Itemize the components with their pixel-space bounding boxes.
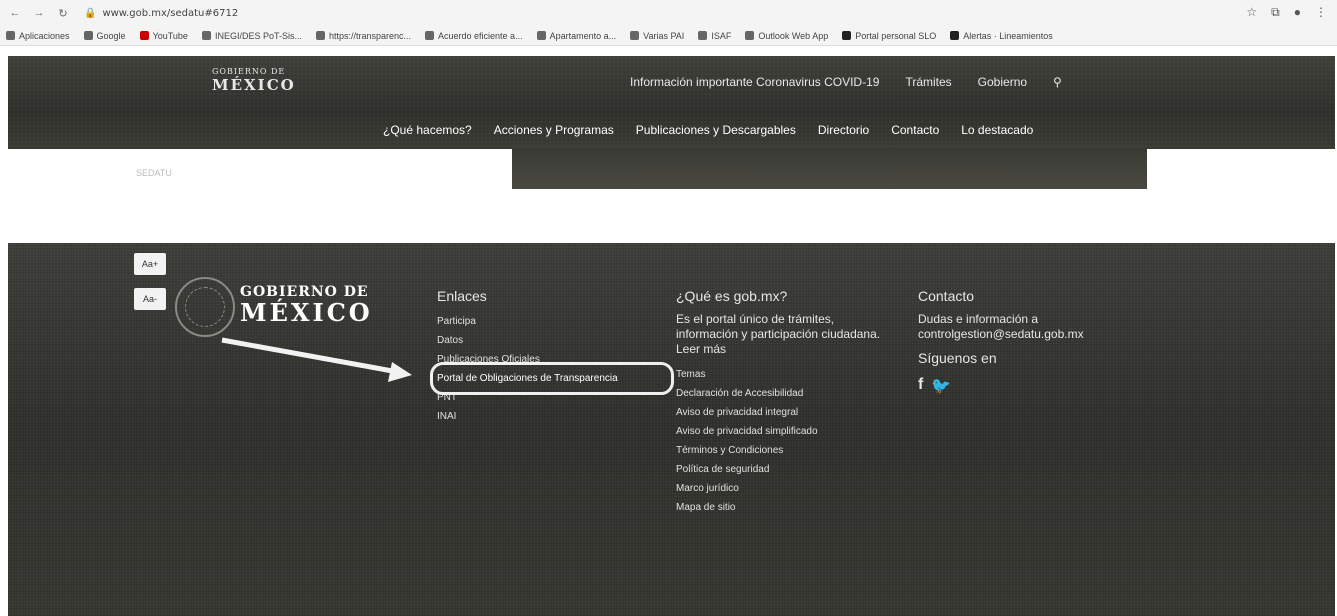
bookmark-item[interactable]: Outlook Web App xyxy=(745,31,828,41)
browser-nav: ← → ↻ xyxy=(8,7,70,20)
header-logo[interactable]: GOBIERNO DE MÉXICO xyxy=(212,67,296,94)
link-aviso-integral[interactable]: Aviso de privacidad integral xyxy=(676,403,896,422)
bookmark-item[interactable]: Varias PAI xyxy=(630,31,684,41)
outlook-icon xyxy=(745,31,755,40)
arrow-icon xyxy=(221,337,412,382)
bookmarks-bar: Aplicaciones Google YouTube INEGI/DES Po… xyxy=(0,26,1337,46)
link-inai[interactable]: INAI xyxy=(437,407,667,426)
bookmark-item[interactable]: Apartamento a... xyxy=(536,31,616,41)
footer-que-es: ¿Qué es gob.mx? Es el portal único de tr… xyxy=(676,288,896,517)
youtube-icon xyxy=(139,31,149,40)
nav-covid[interactable]: Información importante Coronavirus COVID… xyxy=(630,75,879,89)
que-es-title: ¿Qué es gob.mx? xyxy=(676,288,788,304)
bookmark-item[interactable]: https://transparenc... xyxy=(315,31,411,41)
page-icon xyxy=(630,31,640,40)
url-text[interactable]: www.gob.mx/sedatu#6712 xyxy=(102,8,238,19)
star-icon[interactable]: ☆ xyxy=(1246,5,1257,20)
nav-que-hacemos[interactable]: ¿Qué hacemos? xyxy=(383,123,472,137)
reload-icon[interactable]: ↻ xyxy=(56,7,70,20)
font-decrease-button[interactable]: Aa- xyxy=(134,288,166,310)
bookmark-item[interactable]: Aplicaciones xyxy=(6,31,70,41)
contacto-title: Contacto xyxy=(918,288,975,304)
facebook-icon[interactable]: f xyxy=(918,376,923,396)
link-datos[interactable]: Datos xyxy=(437,331,667,350)
nav-gobierno[interactable]: Gobierno xyxy=(978,75,1027,89)
address-bar[interactable]: 🔒 www.gob.mx/sedatu#6712 xyxy=(84,8,238,19)
nav-publicaciones[interactable]: Publicaciones y Descargables xyxy=(636,123,796,137)
link-accesibilidad[interactable]: Declaración de Accesibilidad xyxy=(676,384,896,403)
bookmark-item[interactable]: Acuerdo eficiente a... xyxy=(425,31,523,41)
contacto-text: Dudas e información a controlgestion@sed… xyxy=(918,312,1084,341)
link-publicaciones[interactable]: Publicaciones Oficiales xyxy=(437,350,667,369)
nav-acciones[interactable]: Acciones y Programas xyxy=(494,123,614,137)
link-aviso-simplificado[interactable]: Aviso de privacidad simplificado xyxy=(676,422,896,441)
main-nav: ¿Qué hacemos? Acciones y Programas Publi… xyxy=(383,123,1033,137)
nav-contacto[interactable]: Contacto xyxy=(891,123,939,137)
footer-logo[interactable]: GOBIERNO DE MÉXICO xyxy=(240,284,373,326)
enlaces-title: Enlaces xyxy=(437,288,487,304)
siguenos-title: Síguenos en xyxy=(918,350,997,366)
profile-icon[interactable]: ● xyxy=(1294,5,1301,20)
page-icon xyxy=(536,31,546,40)
bookmark-item[interactable]: Alertas · Lineamientos xyxy=(950,31,1053,41)
seal-icon xyxy=(175,277,235,337)
nav-destacado[interactable]: Lo destacado xyxy=(961,123,1033,137)
back-icon[interactable]: ← xyxy=(8,7,22,19)
hero-image xyxy=(512,149,1147,189)
link-participa[interactable]: Participa xyxy=(437,312,667,331)
globe-icon xyxy=(315,31,325,40)
nav-directorio[interactable]: Directorio xyxy=(818,123,869,137)
bookmark-item[interactable]: Google xyxy=(83,31,126,41)
link-marco[interactable]: Marco jurídico xyxy=(676,479,896,498)
apps-icon xyxy=(6,31,15,40)
page-icon xyxy=(425,31,435,40)
footer-enlaces: Enlaces Participa Datos Publicaciones Of… xyxy=(430,288,674,426)
globe-icon xyxy=(201,31,211,40)
top-nav: Información importante Coronavirus COVID… xyxy=(630,75,1062,89)
forward-icon[interactable]: → xyxy=(32,7,46,19)
search-icon[interactable]: ⚲ xyxy=(1053,75,1062,89)
browser-toolbar: ← → ↻ 🔒 www.gob.mx/sedatu#6712 ☆ ⧉ ● ⋮ xyxy=(0,0,1337,26)
bookmark-item[interactable]: Portal personal SLO xyxy=(842,31,936,41)
font-increase-button[interactable]: Aa+ xyxy=(134,253,166,275)
link-portal-transparencia[interactable]: Portal de Obligaciones de Transparencia xyxy=(430,362,674,395)
nav-tramites[interactable]: Trámites xyxy=(905,75,951,89)
page-icon xyxy=(842,31,852,40)
bookmark-item[interactable]: ISAF xyxy=(698,31,731,41)
link-temas[interactable]: Temas xyxy=(676,365,896,384)
link-pnt[interactable]: PNT xyxy=(437,388,667,407)
page-icon xyxy=(950,31,960,40)
page-icon xyxy=(698,31,708,40)
faint-label: SEDATU xyxy=(136,168,172,178)
link-terminos[interactable]: Términos y Condiciones xyxy=(676,441,896,460)
footer-contacto: Contacto Dudas e información a controlge… xyxy=(918,288,1128,396)
extension-icon[interactable]: ⧉ xyxy=(1271,5,1280,20)
link-mapa[interactable]: Mapa de sitio xyxy=(676,498,896,517)
bookmark-item[interactable]: YouTube xyxy=(139,31,188,41)
bookmark-item[interactable]: INEGI/DES PoT-Sis... xyxy=(201,31,302,41)
link-seguridad[interactable]: Política de seguridad xyxy=(676,460,896,479)
twitter-icon[interactable]: 🐦 xyxy=(931,376,951,396)
lock-icon: 🔒 xyxy=(84,7,97,19)
que-es-text: Es el portal único de trámites, informac… xyxy=(676,312,881,356)
google-icon xyxy=(83,31,93,40)
menu-icon[interactable]: ⋮ xyxy=(1315,5,1327,20)
